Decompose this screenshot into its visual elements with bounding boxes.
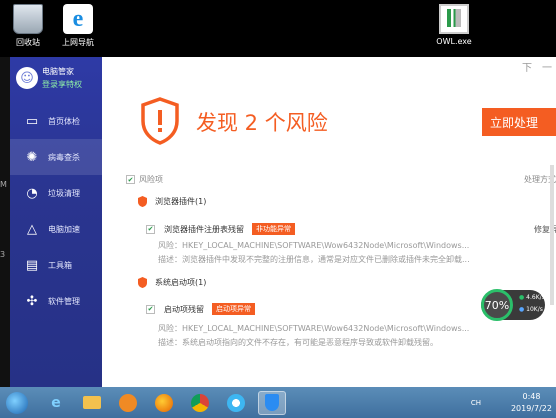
upload-arrow-icon: ● [519, 294, 525, 301]
risk-group-startup[interactable]: 系统启动项(1) [138, 277, 206, 288]
strip-glyph: M [0, 180, 7, 189]
app-name: 电脑管家 [42, 67, 74, 76]
list-header-label: 风险项 [139, 175, 163, 184]
recycle-bin-icon [13, 4, 43, 34]
item-label: 浏览器插件注册表残留 [164, 224, 244, 234]
tencent-pc-manager-icon[interactable] [258, 390, 286, 415]
sidebar-item-speedup[interactable]: △ 电脑加速 [10, 211, 102, 247]
select-all-checkbox[interactable]: ✔ [126, 175, 135, 184]
chrome-icon[interactable] [186, 391, 214, 415]
status-badge: 启动项异常 [212, 303, 255, 315]
desktop-icon-recycle-bin[interactable]: 回收站 [2, 4, 54, 48]
taskbar-apps: e [42, 390, 286, 415]
desktop-icon-label: 上网导航 [62, 38, 94, 47]
sidebar-item-toolbox[interactable]: ▤ 工具箱 [10, 247, 102, 283]
risk-shield-icon [138, 277, 147, 288]
item-description: 描述：浏览器插件中发现不完整的注册信息，通常是对应文件已删除或插件未完全卸载..… [158, 255, 470, 264]
sidebar-item-label: 病毒查杀 [48, 152, 80, 162]
fix-now-button[interactable]: 立即处理 [482, 108, 556, 136]
sidebar-nav: ▭ 首页体检 ✺ 病毒查杀 ◔ 垃圾清理 △ 电脑加速 ▤ 工具箱 ✣ 软件管理 [10, 103, 102, 319]
qq-browser-icon[interactable] [222, 391, 250, 415]
status-badge: 非功能异常 [252, 223, 295, 235]
sidebar-item-label: 首页体检 [48, 116, 80, 126]
ie-icon[interactable]: e [42, 391, 70, 415]
sidebar-item-virus-scan[interactable]: ✺ 病毒查杀 [10, 139, 102, 175]
upload-speed-value: 4.6K/s [526, 294, 545, 301]
user-panel[interactable]: ☺ 电脑管家 登录享特权 [10, 57, 102, 99]
minimize-button[interactable]: 一 [542, 59, 552, 74]
ie-icon: e [63, 4, 93, 34]
item-checkbox[interactable]: ✔ [146, 304, 155, 314]
sidebar-item-software[interactable]: ✣ 软件管理 [10, 283, 102, 319]
download-arrow-icon: ● [519, 306, 525, 313]
clock-time: 0:48 [522, 392, 541, 401]
window-controls: 下 一 [522, 59, 552, 74]
memory-usage-gauge: 70% [481, 289, 513, 321]
sidebar-item-label: 工具箱 [48, 260, 72, 270]
avatar-icon: ☺ [16, 67, 38, 89]
sidebar-item-checkup[interactable]: ▭ 首页体检 [10, 103, 102, 139]
skin-button[interactable]: 下 [522, 59, 532, 74]
item-risk-path: 风险：HKEY_LOCAL_MACHINE\SOFTWARE\Wow6432No… [158, 324, 470, 333]
start-button[interactable] [2, 389, 32, 417]
scrollbar[interactable] [550, 165, 554, 305]
page-title: 发现 2 个风险 [196, 111, 328, 135]
group-title: 浏览器插件(1) [155, 197, 207, 206]
media-player-icon[interactable] [114, 391, 142, 415]
desktop-icon-web-nav[interactable]: e 上网导航 [52, 4, 104, 48]
list-header: ✔ 风险项 [126, 174, 163, 185]
desktop-icon-label: 回收站 [16, 38, 40, 47]
sidebar-item-label: 软件管理 [48, 296, 80, 306]
risk-shield-icon [138, 196, 147, 207]
trash-clean-icon: ◔ [26, 185, 38, 201]
ime-indicator[interactable]: CH [471, 399, 481, 407]
group-title: 系统启动项(1) [155, 278, 207, 287]
monitor-icon: ▭ [25, 113, 39, 129]
sidebar: ☺ 电脑管家 登录享特权 ▭ 首页体检 ✺ 病毒查杀 ◔ 垃圾清理 △ 电脑加速 ▤ 工具… [10, 57, 102, 387]
rocket-icon: △ [27, 221, 37, 237]
system-tray: CH 0:48 2019/7/22 [471, 389, 552, 417]
strip-glyph: 3 [0, 250, 6, 259]
upload-speed: ● 4.6K/s [519, 294, 545, 301]
toolbox-icon: ▤ [25, 257, 39, 273]
warning-shield-icon [141, 97, 179, 145]
sidebar-item-label: 垃圾清理 [48, 188, 80, 198]
sidebar-item-label: 电脑加速 [48, 224, 80, 234]
item-description: 描述：系统启动项指向的文件不存在，有可能是恶意程序导致或软件卸载残留。 [158, 338, 438, 347]
software-icon: ✣ [26, 293, 38, 309]
clock[interactable]: 0:48 2019/7/22 [511, 391, 552, 415]
taskbar: e CH 0:48 2019/7/22 [0, 387, 556, 418]
exe-icon [439, 4, 469, 34]
windows-logo-icon [6, 391, 28, 414]
login-link[interactable]: 登录享特权 [42, 79, 82, 90]
virus-scan-icon: ✺ [26, 149, 38, 165]
download-speed: ● 10K/s [519, 306, 543, 313]
pc-manager-window: ☺ 电脑管家 登录享特权 ▭ 首页体检 ✺ 病毒查杀 ◔ 垃圾清理 △ 电脑加速 ▤ 工具… [10, 57, 556, 387]
risk-item: ✔ 浏览器插件注册表残留 非功能异常 [146, 223, 295, 235]
folder-icon[interactable] [78, 391, 106, 415]
risk-group-browser-plugin[interactable]: 浏览器插件(1) [138, 196, 206, 207]
item-label: 启动项残留 [164, 304, 204, 314]
background-window-edge: M 3 [0, 57, 10, 387]
item-risk-path: 风险：HKEY_LOCAL_MACHINE\SOFTWARE\Wow6432No… [158, 241, 470, 250]
network-speed-widget[interactable]: 70% ● 4.6K/s ● 10K/s [481, 289, 545, 321]
main-content: 下 一 发现 2 个风险 立即处理 ✔ 风险项 处理方式 浏览器插件(1) ✔ … [102, 57, 556, 387]
desktop-icon-label: OWL.exe [436, 37, 472, 46]
risk-item: ✔ 启动项残留 启动项异常 [146, 303, 255, 315]
download-speed-value: 10K/s [526, 306, 543, 313]
firefox-icon[interactable] [150, 391, 178, 415]
sidebar-item-cleanup[interactable]: ◔ 垃圾清理 [10, 175, 102, 211]
desktop-icon-owl-exe[interactable]: OWL.exe [428, 4, 480, 46]
clock-date: 2019/7/22 [510, 404, 552, 413]
item-checkbox[interactable]: ✔ [146, 224, 155, 234]
